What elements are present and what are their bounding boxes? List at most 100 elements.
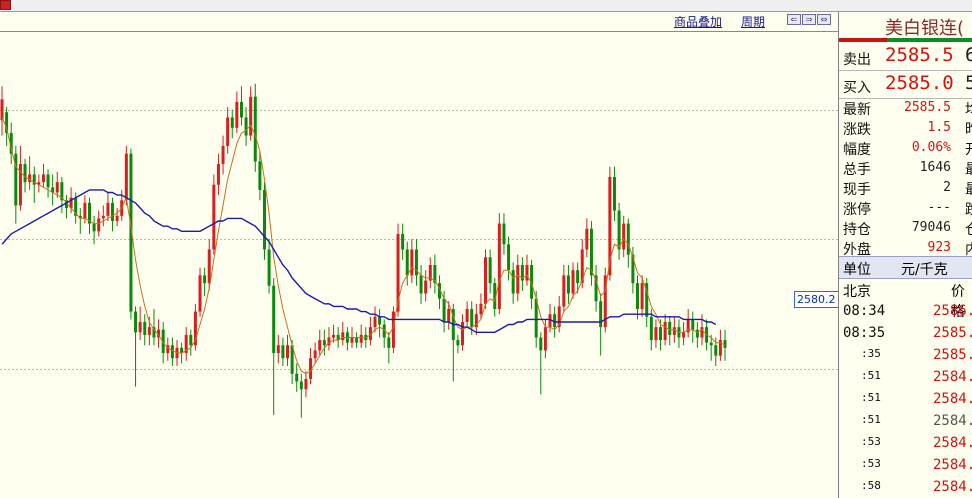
candle-body [258, 161, 262, 190]
candle-body [355, 337, 359, 343]
candle-body [212, 184, 216, 250]
candle-body [221, 145, 225, 165]
quote-value: --- [927, 200, 951, 215]
quote-value: 2 [943, 180, 951, 195]
candle-body [189, 334, 193, 346]
quote-row: 涨停 --- 跌 [839, 197, 972, 219]
candle-body [636, 283, 640, 310]
overlay-products-link[interactable]: 商品叠加 [674, 13, 722, 30]
candle-body [663, 321, 667, 341]
candle-body [359, 334, 363, 343]
tick-price: 2585. [933, 347, 972, 363]
tick-time: :53 [861, 435, 881, 448]
candle-body [649, 316, 653, 341]
quote-label: 涨停 [843, 202, 871, 218]
candle-body [461, 321, 465, 346]
quote-row: 幅度 0.06% 开 [839, 137, 972, 158]
candle-body [249, 96, 253, 136]
quote-extra-label: 跌 [965, 199, 972, 219]
candle-body [276, 345, 280, 354]
price-chart[interactable] [0, 12, 838, 498]
quote-extra-label: 最 [965, 179, 972, 199]
quote-value: 1646 [919, 160, 951, 175]
current-price-label: 2580.2 [794, 291, 839, 308]
panel-accent-green [887, 38, 972, 42]
quote-row: 现手 2最 [839, 177, 972, 199]
candle-body [668, 321, 672, 335]
buy-row: 买入 2585.0 5 [839, 71, 972, 99]
candle-body [599, 301, 603, 328]
tick-time: 08:35 [843, 325, 886, 341]
tick-row: :53 2584. [839, 432, 972, 454]
candle-body [253, 96, 257, 162]
candle-body [442, 298, 446, 322]
tick-time: :58 [861, 479, 881, 492]
tick-time: :35 [861, 347, 881, 360]
candle-body [488, 257, 492, 284]
tick-price: 2585. [933, 325, 972, 341]
candle-body [147, 327, 151, 335]
tick-row: :58 2584. [839, 476, 972, 498]
candle-body [539, 337, 543, 351]
candle-body [507, 244, 511, 271]
candle-body [700, 327, 704, 338]
candle-body [695, 329, 699, 338]
candle-body [714, 345, 718, 356]
unit-value: 元/千克 [901, 262, 948, 278]
candle-body [672, 327, 676, 335]
candle-body [207, 249, 211, 284]
quote-value: 0.06% [911, 140, 951, 155]
candle-body [378, 316, 382, 325]
window-title-bar [0, 0, 972, 12]
buy-price: 2585.0 [885, 72, 954, 94]
quote-row: 总手 1646 最 [839, 157, 972, 178]
candle-body [424, 280, 428, 294]
quote-extra-label: 昨 [965, 119, 972, 139]
sell-label: 卖出 [843, 52, 871, 68]
scroll-left-icon[interactable]: ⇐ [787, 14, 801, 25]
unit-label: 单位 [843, 262, 871, 278]
candle-body [138, 321, 142, 333]
sell-price: 2585.5 [885, 44, 954, 66]
quote-extra-label: 仓 [965, 219, 972, 239]
tick-row: :53 2584. [839, 454, 972, 476]
beijing-time-label: 北京 [843, 284, 871, 300]
quote-label: 持仓 [843, 222, 871, 238]
candle-body [106, 202, 110, 216]
quote-value: 2585.5 [904, 100, 951, 115]
candle-body [341, 332, 345, 341]
sell-row: 卖出 2585.5 6 [839, 43, 972, 71]
tick-row: 08:35 2585. [839, 322, 972, 344]
candle-body [322, 340, 326, 346]
tick-price: 2584. [933, 369, 972, 385]
tick-time: :51 [861, 369, 881, 382]
candle-body [470, 309, 474, 328]
candle-body [239, 101, 243, 118]
candle-body [350, 337, 354, 343]
ticks-header: 北京 价格 [839, 280, 972, 320]
quote-row: 涨跌 1.5 昨 [839, 117, 972, 139]
candle-body [134, 311, 138, 333]
candle-body [401, 233, 405, 250]
candle-body [456, 340, 460, 346]
candle-body [709, 342, 713, 346]
zoom-icon[interactable]: ⇔ [817, 14, 831, 25]
candle-body [585, 228, 589, 250]
candle-body [230, 117, 234, 128]
candle-body [46, 174, 50, 188]
candle-body [97, 218, 101, 232]
candle-body [267, 249, 271, 286]
candle-body [484, 257, 488, 304]
candle-body [626, 223, 630, 255]
tick-row: 08:34 2586. [839, 300, 972, 322]
candle-body [612, 176, 616, 211]
scroll-right-icon[interactable]: ⇒ [802, 14, 816, 25]
candle-body [295, 373, 299, 382]
tick-price: 2584. [933, 391, 972, 407]
quote-extra-label: 均 [965, 99, 972, 119]
tick-time: :51 [861, 391, 881, 404]
close-icon[interactable] [0, 0, 11, 10]
candle-body [576, 270, 580, 284]
period-link[interactable]: 周期 [741, 13, 765, 30]
candle-body [682, 332, 686, 338]
